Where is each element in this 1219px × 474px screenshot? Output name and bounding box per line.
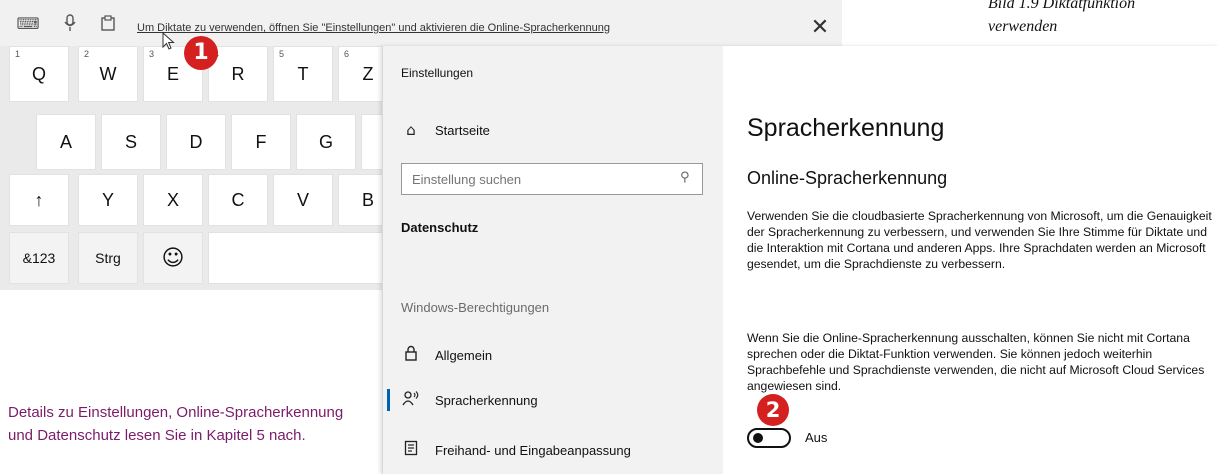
nav-label: Startseite [435,122,490,138]
key-ctrl[interactable]: Strg [78,232,138,284]
key-shift[interactable]: ↑ [9,174,69,226]
nav-item-inking[interactable]: Freihand- und Eingabeanpassung [383,433,723,467]
key-label: E [166,63,179,84]
speech-icon [401,390,421,410]
key-label: W [99,63,117,84]
microphone-icon[interactable] [60,12,80,34]
settings-content: Spracherkennung Online-Spracherkennung V… [747,46,1217,474]
key-f[interactable]: F [231,114,291,170]
callout-marker-2: 2 [757,394,789,426]
toggle-knob [753,433,763,443]
nav-label: Allgemein [435,347,493,363]
nav-item-general[interactable]: Allgemein [383,338,723,372]
section-title: Online-Spracherkennung [747,168,948,188]
page-title: Spracherkennung [747,114,945,142]
key-number: 6 [344,49,350,59]
key-label: Z [362,63,374,84]
home-icon: ⌂ [406,121,416,139]
key-symbols[interactable]: &123 [9,232,69,284]
section-windows-permissions: Windows-Berechtigungen [401,300,550,315]
side-note: Details zu Einstellungen, Online-Sprache… [8,404,344,444]
key-s[interactable]: S [101,114,161,170]
keyboard-settings-icon[interactable]: ⌨ [16,12,39,34]
key-number: 1 [15,49,21,59]
key-number: 5 [279,49,285,59]
settings-search[interactable]: ⚲ [401,163,703,195]
clipboard-icon[interactable] [98,12,118,34]
section-privacy: Datenschutz [401,220,479,235]
dictation-hint-link[interactable]: Um Diktate zu verwenden, öffnen Sie "Ein… [137,22,610,34]
key-c[interactable]: C [208,174,268,226]
caption-line-1: Bild 1.9 Diktatfunktion [988,0,1136,12]
close-icon[interactable]: ✕ [808,16,832,40]
window-title: Einstellungen [401,66,474,80]
online-speech-toggle[interactable] [747,428,791,448]
keyboard-toolbar: ⌨ Um Diktate zu verwenden, öffnen Sie "E… [0,0,842,46]
key-x[interactable]: X [143,174,203,226]
settings-sidebar: Einstellungen ⌂ Startseite ⚲ Datenschutz… [383,46,723,474]
inking-icon [401,440,421,460]
nav-item-speech[interactable]: Spracherkennung [383,383,723,417]
key-a[interactable]: A [36,114,96,170]
key-w[interactable]: 2W [78,46,138,102]
key-label: Q [31,63,46,84]
key-t[interactable]: 5T [273,46,333,102]
key-number: 2 [84,49,90,59]
key-number: 3 [149,49,155,59]
key-label: R [231,63,245,84]
figure-caption: Bild 1.9 Diktatfunktion verwenden [988,0,1135,38]
nav-home[interactable]: ⌂ Startseite [383,113,723,147]
nav-label: Freihand- und Eingabeanpassung [435,442,631,458]
description-paragraph: Verwenden Sie die cloudbasierte Spracher… [747,209,1212,271]
key-d[interactable]: D [166,114,226,170]
search-input[interactable] [402,164,672,194]
key-space[interactable] [208,232,408,284]
key-y[interactable]: Y [78,174,138,226]
toggle-state-label: Aus [805,430,828,445]
key-v[interactable]: V [273,174,333,226]
key-q[interactable]: 1Q [9,46,69,102]
key-emoji[interactable]: ☺ [143,232,203,284]
nav-label: Spracherkennung [435,392,538,408]
lock-icon [401,345,421,365]
key-g[interactable]: G [296,114,356,170]
callout-marker-1: 1 [184,36,218,70]
caption-line-2: verwenden [988,18,1058,35]
search-icon[interactable]: ⚲ [680,171,694,185]
settings-window: Einstellungen ⌂ Startseite ⚲ Datenschutz… [382,46,1219,474]
key-label: T [297,63,309,84]
warning-paragraph: Wenn Sie die Online-Spracherkennung auss… [747,331,1205,393]
mouse-cursor-icon [162,32,175,50]
